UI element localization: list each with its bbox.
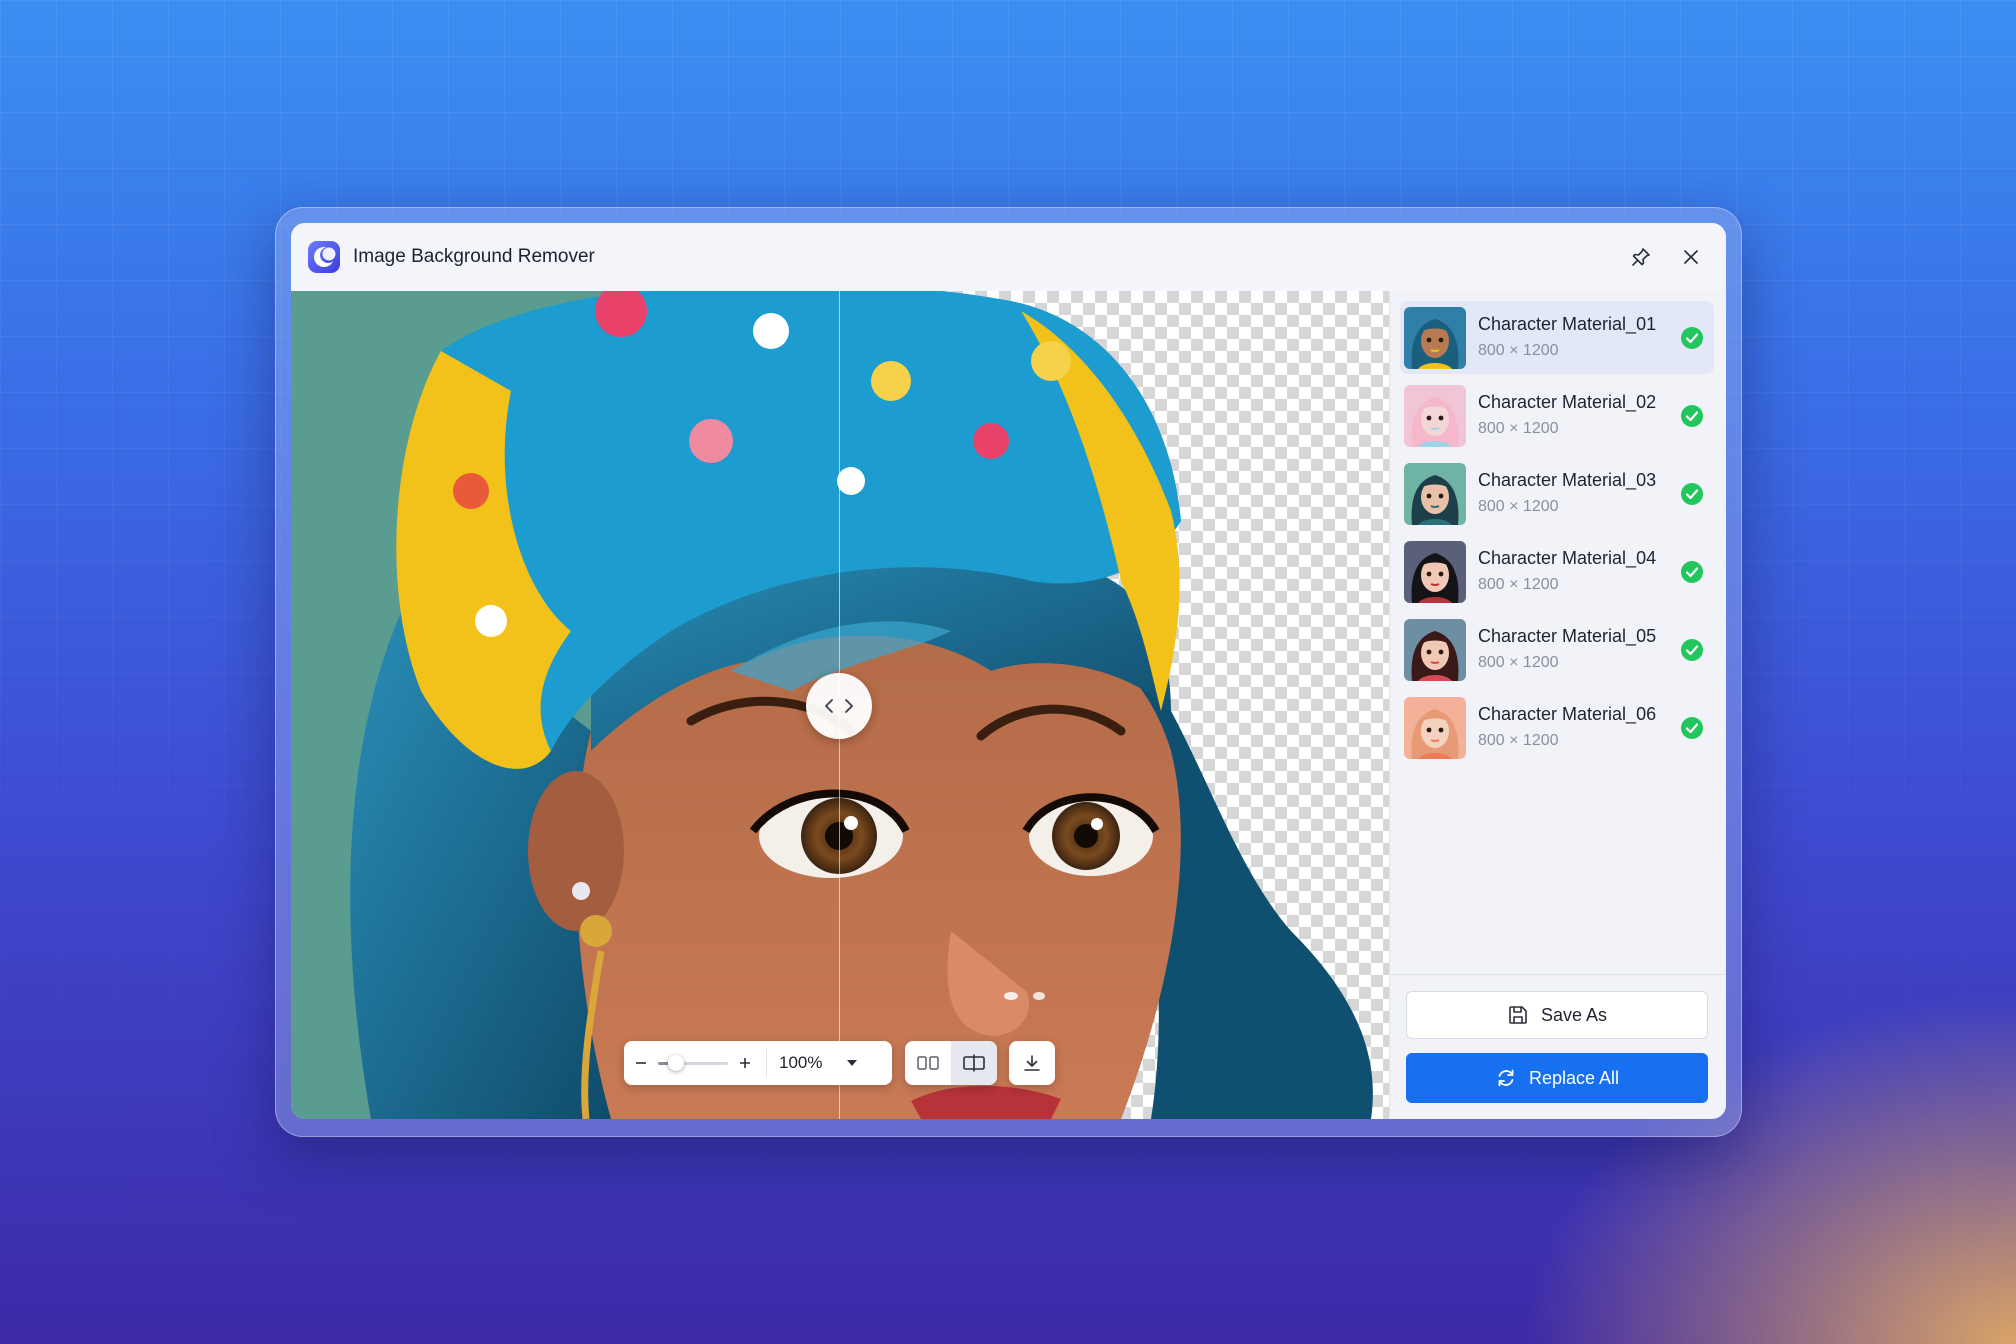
side-by-side-view-button[interactable] [905,1041,951,1085]
compare-handle[interactable] [806,673,872,739]
view-mode-group [905,1041,997,1085]
file-name: Character Material_01 [1478,314,1657,334]
file-thumbnail [1404,696,1466,759]
replace-all-button[interactable]: Replace All [1406,1053,1708,1103]
zoom-slider[interactable] [658,1041,728,1085]
window-title: Image Background Remover [353,246,595,267]
check-circle-icon [1681,639,1703,661]
replace-all-label: Replace All [1528,1067,1620,1088]
refresh-icon-wrap [1495,1067,1517,1089]
close-button[interactable] [1676,242,1706,272]
check-circle-icon [1681,327,1703,349]
zoom-dropdown-button[interactable] [835,1041,869,1085]
check-circle-icon [1681,405,1703,427]
file-dimensions: 800 × 1200 [1478,498,1559,515]
caret-down-icon [847,1060,857,1066]
file-item[interactable]: Character Material_01 800 × 1200 [1400,301,1714,374]
app-window: Image Background Remover 100% Character … [291,223,1726,1119]
file-item[interactable]: Character Material_04 800 × 1200 [1400,535,1714,608]
file-meta: Character Material_01 800 × 1200 [1478,312,1656,363]
file-thumbnail [1404,306,1466,369]
file-name: Character Material_05 [1478,626,1657,646]
file-meta: Character Material_06 800 × 1200 [1478,702,1656,753]
file-dimensions: 800 × 1200 [1478,420,1559,437]
check-circle-icon [1681,561,1703,583]
zoom-in-button[interactable] [728,1041,762,1085]
file-thumbnail [1404,540,1466,603]
file-thumbnail [1404,618,1466,681]
file-meta: Character Material_03 800 × 1200 [1478,468,1656,519]
file-item[interactable]: Character Material_06 800 × 1200 [1400,691,1714,764]
file-name: Character Material_06 [1478,704,1657,724]
check-circle-icon [1681,717,1703,739]
zoom-controls: 100% [624,1041,892,1085]
zoom-slider-thumb[interactable] [667,1055,684,1071]
plus-icon [740,1058,750,1068]
save-icon-wrap [1507,1004,1529,1026]
save-as-button[interactable]: Save As [1406,991,1708,1039]
file-meta: Character Material_05 800 × 1200 [1478,624,1656,675]
pin-icon [1632,248,1650,266]
file-thumbnail [1404,384,1466,447]
app-logo-icon [308,241,340,273]
split-compare-view-button[interactable] [951,1041,997,1085]
file-name: Character Material_03 [1478,470,1657,490]
file-item[interactable]: Character Material_05 800 × 1200 [1400,613,1714,686]
file-meta: Character Material_04 800 × 1200 [1478,546,1656,597]
file-dimensions: 800 × 1200 [1478,654,1559,671]
minus-icon [636,1062,646,1064]
download-icon [1024,1055,1040,1071]
zoom-level[interactable]: 100% [769,1053,835,1073]
download-button[interactable] [1009,1041,1055,1085]
chevron-left-right-icon [825,699,853,713]
refresh-icon [1498,1069,1514,1087]
save-as-label: Save As [1540,1004,1608,1025]
file-name: Character Material_04 [1478,548,1657,568]
toolbar-separator [766,1049,767,1077]
file-sidebar: Character Material_01 800 × 1200 Character… [1389,291,1726,1119]
title-bar: Image Background Remover [291,223,1726,292]
save-icon [1509,1006,1527,1024]
file-meta: Character Material_02 800 × 1200 [1478,390,1656,441]
file-dimensions: 800 × 1200 [1478,576,1559,593]
close-icon [1684,250,1698,264]
split-compare-icon [963,1054,985,1072]
file-name: Character Material_02 [1478,392,1657,412]
file-list: Character Material_01 800 × 1200 Character… [1400,301,1714,769]
file-dimensions: 800 × 1200 [1478,732,1559,749]
check-circle-icon [1681,483,1703,505]
sidebar-divider [1390,974,1726,975]
file-item[interactable]: Character Material_02 800 × 1200 [1400,379,1714,452]
pin-button[interactable] [1626,242,1656,272]
file-dimensions: 800 × 1200 [1478,342,1559,359]
file-thumbnail [1404,462,1466,525]
zoom-out-button[interactable] [624,1041,658,1085]
image-preview[interactable]: 100% [291,291,1389,1119]
file-item[interactable]: Character Material_03 800 × 1200 [1400,457,1714,530]
side-by-side-icon [917,1056,939,1070]
